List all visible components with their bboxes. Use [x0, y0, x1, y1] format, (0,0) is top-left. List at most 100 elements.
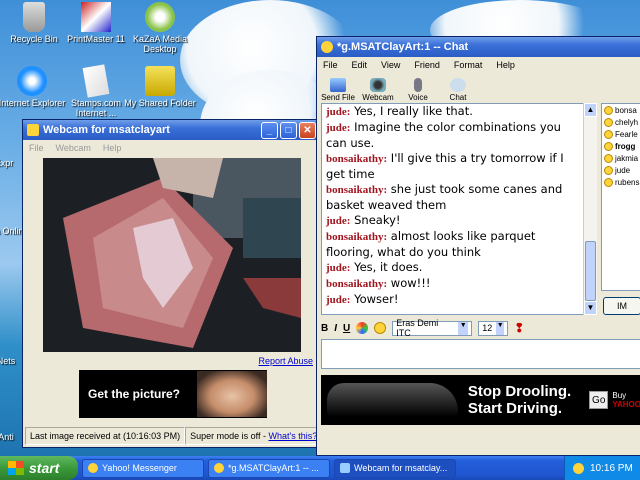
chat-title-bar[interactable]: *g.MSATClayArt:1 -- Chat	[317, 37, 640, 57]
chevron-down-icon: ▼	[458, 321, 469, 335]
whats-this-link[interactable]: What's this?	[268, 431, 317, 441]
sender: jude:	[326, 294, 351, 306]
chat-window: *g.MSATClayArt:1 -- Chat File Edit View …	[316, 36, 640, 456]
room-user[interactable]: frogg	[602, 140, 640, 152]
smiley-icon	[604, 129, 613, 139]
message-input[interactable]	[321, 339, 640, 369]
color-palette-icon[interactable]	[356, 322, 369, 334]
room-user[interactable]: jakmia	[602, 152, 640, 164]
chat-bubbles-icon	[450, 78, 466, 92]
stamps-icon	[82, 64, 110, 98]
shared-folder-icon	[145, 66, 175, 96]
ad-car-image	[327, 383, 458, 417]
send-file-icon	[330, 78, 346, 92]
bold-button[interactable]: B	[321, 323, 328, 334]
chat-message: bonsaikathy: she just took some canes an…	[326, 182, 563, 212]
menu-format[interactable]: Format	[454, 60, 483, 70]
emoticon-icon[interactable]	[374, 322, 387, 334]
yahoo-icon	[214, 463, 224, 473]
scroll-up-arrow[interactable]: ▲	[584, 103, 597, 117]
webcam-ad-banner[interactable]: Get the picture?	[79, 370, 267, 418]
alert-icon[interactable]: ❢	[514, 321, 524, 335]
internet-explorer-icon	[17, 66, 47, 96]
maximize-button[interactable]: □	[280, 121, 297, 139]
taskbar-item-chat[interactable]: *g.MSATClayArt:1 -- ...	[208, 458, 330, 478]
sender: jude:	[326, 106, 351, 118]
webcam-window-title: Webcam for msatclayart	[43, 124, 170, 136]
room-user[interactable]: chelyh	[602, 116, 640, 128]
sender: bonsaikathy:	[326, 184, 388, 196]
underline-button[interactable]: U	[343, 323, 350, 334]
system-tray: 10:16 PM	[564, 456, 640, 480]
chat-room-user-list: bonsa chelyh Fearle frogg jakmia jude ru…	[601, 103, 640, 291]
yahoo-icon	[88, 463, 98, 473]
font-size-select[interactable]: 12 ▼	[478, 320, 509, 336]
webcam-image	[43, 158, 301, 352]
sender: bonsaikathy:	[326, 153, 388, 165]
webcam-title-bar[interactable]: Webcam for msatclayart _ □ ✕	[23, 120, 319, 140]
smiley-icon	[604, 165, 613, 175]
webcam-icon	[370, 78, 386, 92]
webcam-window: Webcam for msatclayart _ □ ✕ File Webcam…	[22, 119, 323, 448]
start-button[interactable]: start	[0, 456, 78, 480]
chat-scrollbar[interactable]: ▲ ▼	[583, 103, 597, 315]
room-user[interactable]: Fearle	[602, 128, 640, 140]
chat-toolbar: Send File Webcam Voice Chat	[317, 73, 640, 103]
taskbar-item-yahoo-messenger[interactable]: Yahoo! Messenger	[82, 458, 204, 478]
room-user[interactable]: bonsa	[602, 104, 640, 116]
desktop-icon-my-shared-folder[interactable]: My Shared Folder	[122, 66, 198, 108]
chat-message: bonsaikathy: almost looks like parquet f…	[326, 229, 536, 259]
chat-message: jude: Yes, it does.	[326, 260, 423, 274]
chat-message: jude: Yowser!	[326, 292, 399, 306]
windows-logo-icon	[8, 461, 24, 475]
menu-help[interactable]: Help	[496, 60, 515, 70]
desktop-icon-kazaa[interactable]: KaZaA Media Desktop	[122, 2, 198, 54]
yahoo-chat-icon	[321, 41, 333, 53]
chat-message: bonsaikathy: I'll give this a try tomorr…	[326, 151, 564, 181]
im-button[interactable]: IM	[603, 297, 640, 315]
last-image-status: Last image received at (10:16:03 PM)	[25, 427, 186, 445]
room-user[interactable]: rubens	[602, 176, 640, 188]
menu-view[interactable]: View	[381, 60, 400, 70]
menu-edit[interactable]: Edit	[352, 60, 368, 70]
yahoo-app-icon	[27, 124, 39, 136]
chat-messages: jude: Yes, I really like that. jude: Ima…	[321, 103, 587, 315]
scroll-thumb[interactable]	[585, 241, 596, 301]
webcam-button[interactable]: Webcam	[361, 78, 395, 102]
chat-button[interactable]: Chat	[441, 78, 475, 102]
voice-button[interactable]: Voice	[401, 78, 435, 102]
report-abuse-link[interactable]: Report Abuse	[258, 356, 313, 366]
taskbar-item-webcam[interactable]: Webcam for msatclay...	[334, 458, 456, 478]
super-mode-status: Super mode is off - What's this?	[185, 427, 323, 445]
chat-ad-banner[interactable]: Stop Drooling. Start Driving. Go Buy YAH…	[321, 375, 640, 425]
yahoo-tray-icon[interactable]	[573, 462, 584, 474]
printmaster-icon	[81, 2, 111, 32]
menu-help[interactable]: Help	[103, 143, 122, 153]
italic-button[interactable]: I	[334, 323, 337, 334]
menu-webcam[interactable]: Webcam	[56, 143, 91, 153]
sender: bonsaikathy:	[326, 278, 388, 290]
menu-file[interactable]: File	[29, 143, 44, 153]
scroll-down-arrow[interactable]: ▼	[584, 301, 597, 315]
microphone-icon	[414, 78, 422, 92]
ad-brand: Buy YAHOO	[612, 391, 640, 409]
clock: 10:16 PM	[590, 462, 633, 474]
chat-menu-bar: File Edit View Friend Format Help	[317, 57, 640, 73]
font-select[interactable]: Eras Demi ITC ▼	[392, 318, 473, 338]
sender: jude:	[326, 215, 351, 227]
send-file-button[interactable]: Send File	[321, 78, 355, 102]
ad-text: Get the picture?	[88, 387, 181, 401]
menu-friend[interactable]: Friend	[414, 60, 440, 70]
ad-go-button[interactable]: Go	[589, 391, 609, 409]
chat-message: jude: Yes, I really like that.	[326, 104, 473, 118]
minimize-button[interactable]: _	[261, 121, 278, 139]
ad-face-image	[197, 371, 267, 417]
close-button[interactable]: ✕	[299, 121, 316, 139]
taskbar: start Yahoo! Messenger *g.MSATClayArt:1 …	[0, 456, 640, 480]
sender: jude:	[326, 262, 351, 274]
webcam-status-bar: Last image received at (10:16:03 PM) Sup…	[25, 427, 323, 445]
chat-message: bonsaikathy: wow!!!	[326, 276, 431, 290]
menu-file[interactable]: File	[323, 60, 338, 70]
room-user[interactable]: jude	[602, 164, 640, 176]
webcam-icon	[340, 463, 350, 473]
